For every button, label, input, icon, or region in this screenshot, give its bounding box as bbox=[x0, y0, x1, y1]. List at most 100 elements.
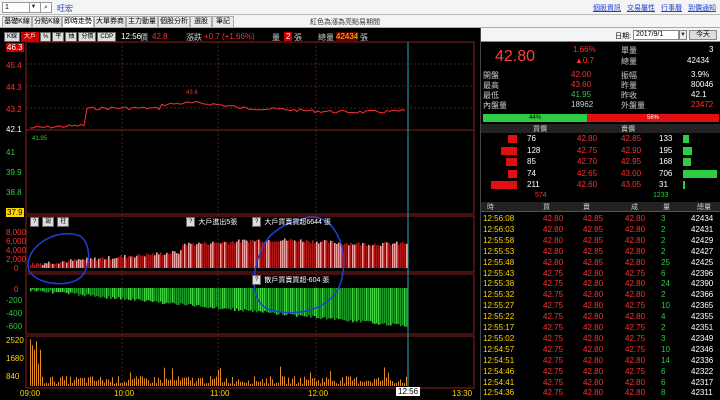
tick-row[interactable]: 12:55:48 42.80 42.85 42.80 25 42425 bbox=[481, 258, 720, 269]
tab-realtime[interactable]: 即時走勢 bbox=[62, 16, 94, 27]
help-icon[interactable]: ? bbox=[186, 217, 196, 227]
tick-row[interactable]: 12:54:51 42.75 42.80 42.80 14 42336 bbox=[481, 356, 720, 367]
tick-row[interactable]: 12:56:08 42.80 42.85 42.80 3 42434 bbox=[481, 214, 720, 225]
help-icon[interactable]: ? bbox=[252, 217, 262, 227]
tick-row[interactable]: 12:54:41 42.75 42.80 42.80 6 42317 bbox=[481, 378, 720, 389]
tick-row[interactable]: 12:55:43 42.75 42.80 42.75 6 42396 bbox=[481, 269, 720, 280]
big-holder-bar bbox=[278, 241, 280, 268]
retail-bar bbox=[62, 288, 64, 292]
tick-row[interactable]: 12:54:46 42.75 42.80 42.75 6 42322 bbox=[481, 367, 720, 378]
volume-bar bbox=[366, 380, 367, 386]
big-holder-bar bbox=[52, 263, 54, 268]
sub-axis-2: 38.8 bbox=[6, 188, 22, 197]
tick-row[interactable]: 12:56:03 42.80 42.85 42.80 2 42431 bbox=[481, 225, 720, 236]
tick-row[interactable]: 12:55:32 42.75 42.80 42.80 2 42366 bbox=[481, 290, 720, 301]
ladder-row[interactable]: 128 42.75 42.90 195 bbox=[481, 146, 720, 157]
tick-cell: 42434 bbox=[691, 214, 714, 223]
price-peak-label: 43.6 bbox=[186, 90, 198, 96]
retail-group: ? 散戶買賣買超-604 張 bbox=[252, 275, 329, 285]
retail-bar bbox=[246, 288, 248, 311]
tick-cell: 42346 bbox=[691, 344, 714, 354]
ladder-row[interactable]: 76 42.80 42.85 133 bbox=[481, 134, 720, 145]
tab-screener[interactable]: 選股 bbox=[190, 16, 212, 27]
big-holder-bar bbox=[190, 243, 192, 268]
link-trade-attr[interactable]: 交易屬性 bbox=[627, 3, 655, 13]
big-axis-1: 6,000 bbox=[6, 237, 27, 246]
tick-cell: 42.80 bbox=[543, 235, 564, 245]
volume-bar bbox=[32, 345, 33, 386]
tick-row[interactable]: 12:55:22 42.75 42.80 42.80 4 42355 bbox=[481, 312, 720, 323]
tick-row[interactable]: 12:55:53 42.80 42.85 42.80 2 42427 bbox=[481, 247, 720, 258]
tab-branch-kline[interactable]: 分點K線 bbox=[32, 16, 62, 27]
volume-bar bbox=[78, 379, 79, 386]
big-holder-bar bbox=[312, 240, 314, 268]
volume-bar bbox=[158, 377, 159, 386]
tick-row[interactable]: 12:55:27 42.75 42.80 42.75 10 42365 bbox=[481, 301, 720, 312]
retail-bar bbox=[194, 288, 196, 307]
volume-bar bbox=[114, 383, 115, 386]
tick-row[interactable]: 12:54:57 42.75 42.80 42.75 10 42346 bbox=[481, 345, 720, 356]
link-calendar[interactable]: 行事曆 bbox=[661, 3, 682, 13]
ladder-row[interactable]: 74 42.65 43.00 706 bbox=[481, 169, 720, 180]
tick-cell: 42.80 bbox=[543, 214, 564, 223]
big-holder-bar bbox=[328, 243, 330, 268]
volume-bar bbox=[154, 377, 155, 386]
retail-bar bbox=[210, 288, 212, 308]
retail-bar bbox=[374, 288, 376, 325]
calendar-dropdown-icon[interactable]: ▼ bbox=[679, 30, 687, 40]
ladder-sp: 42.85 bbox=[621, 134, 642, 143]
volume-bar bbox=[62, 376, 63, 386]
tab-notes[interactable]: 筆記 bbox=[212, 16, 234, 27]
tab-main-force[interactable]: 主力動量 bbox=[126, 16, 158, 27]
tab-big-brokers[interactable]: 大單券商 bbox=[94, 16, 126, 27]
intraday-chart[interactable]: 43.6 41.95 bbox=[0, 28, 478, 400]
help-icon[interactable]: ? bbox=[30, 217, 40, 227]
btn-tick[interactable]: 柱 bbox=[57, 217, 70, 227]
volume-bar bbox=[90, 376, 91, 386]
big-holder-bar bbox=[320, 241, 322, 268]
tick-row[interactable]: 12:54:36 42.75 42.80 42.80 8 42311 bbox=[481, 388, 720, 399]
big-holder-bar bbox=[332, 241, 334, 268]
tab-stock-analysis[interactable]: 個股分析 bbox=[158, 16, 190, 27]
big-holder-bar bbox=[60, 261, 62, 268]
retail-bar bbox=[404, 288, 406, 327]
big-holder-bar bbox=[338, 242, 340, 268]
ladder-row[interactable]: 85 42.70 42.95 168 bbox=[481, 157, 720, 168]
bid-qty-bar bbox=[506, 158, 517, 166]
tick-cell: 42.75 bbox=[543, 366, 564, 376]
top-bar: 1 ▼ ⌕ 旺宏 個股資訊 交易屬性 行事曆 到價通知 bbox=[0, 0, 720, 15]
big-holder-bar bbox=[398, 244, 400, 268]
link-stock-info[interactable]: 個股資訊 bbox=[593, 3, 621, 13]
volume-bar bbox=[44, 383, 45, 386]
volume-bar bbox=[260, 381, 261, 386]
tab-kline[interactable]: 基礎K線 bbox=[2, 16, 32, 27]
tick-cell: 42.80 bbox=[543, 246, 564, 256]
retail-bar bbox=[134, 288, 136, 301]
big-holder-bar bbox=[66, 262, 68, 268]
search-icon[interactable]: ⌕ bbox=[40, 2, 52, 13]
retail-bar bbox=[130, 288, 132, 301]
chevron-down-icon[interactable]: ▼ bbox=[29, 2, 37, 13]
retail-bar bbox=[192, 288, 194, 306]
volume-bar bbox=[164, 367, 165, 386]
volume-bar bbox=[106, 379, 107, 386]
tick-cell: 42366 bbox=[691, 290, 714, 300]
date-field[interactable]: 2017/9/1 bbox=[633, 30, 679, 40]
tick-cell: 2 bbox=[661, 323, 666, 332]
big-axis-2: 4,000 bbox=[6, 246, 27, 255]
tick-row[interactable]: 12:55:02 42.75 42.80 42.75 3 42349 bbox=[481, 334, 720, 345]
volume-bar bbox=[236, 381, 237, 386]
bid-qty-bar bbox=[501, 146, 517, 155]
help-icon[interactable]: ? bbox=[252, 275, 262, 285]
tick-row[interactable]: 12:55:38 42.75 42.80 42.80 24 42390 bbox=[481, 279, 720, 290]
ladder-row[interactable]: 211 42.60 43.05 31 bbox=[481, 180, 720, 191]
tick-cell: 42317 bbox=[691, 377, 714, 387]
tick-row[interactable]: 12:55:17 42.75 42.80 42.75 2 42351 bbox=[481, 323, 720, 334]
today-button[interactable]: 今天 bbox=[689, 30, 717, 40]
retail-bar bbox=[322, 288, 324, 318]
retail-bar bbox=[52, 288, 54, 294]
link-price-alert[interactable]: 到價通知 bbox=[688, 3, 716, 13]
btn-set[interactable]: 設 bbox=[42, 217, 55, 227]
tick-cell: 42396 bbox=[691, 268, 714, 278]
tick-row[interactable]: 12:55:58 42.80 42.85 42.80 2 42429 bbox=[481, 236, 720, 247]
